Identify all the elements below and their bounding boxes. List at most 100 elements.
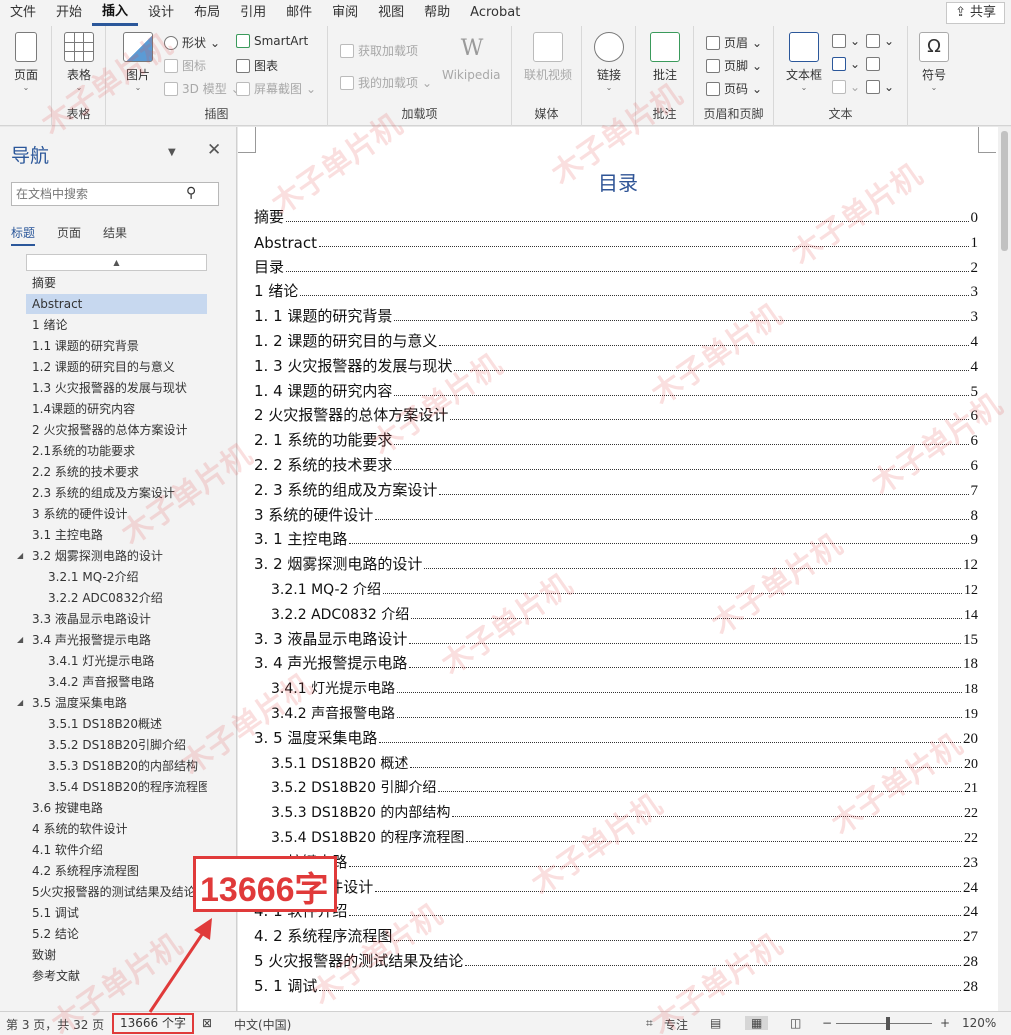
nav-heading-item[interactable]: 3.1 主控电路 — [26, 525, 207, 545]
toc-entry[interactable]: 3. 2 烟雾探测电路的设计 12 — [254, 550, 978, 574]
web-layout-icon[interactable]: ◫ — [790, 1016, 801, 1030]
nav-heading-item[interactable]: 3.3 液晶显示电路设计 — [26, 609, 207, 629]
zoom-slider[interactable] — [836, 1023, 932, 1024]
nav-heading-item[interactable]: 4.2 系统程序流程图 — [26, 861, 207, 881]
search-icon[interactable]: ⚲ — [186, 185, 196, 201]
toc-entry[interactable]: 3.5.1 DS18B20 概述 20 — [271, 749, 978, 773]
print-layout-icon[interactable]: ▦ — [745, 1016, 769, 1030]
word-count[interactable]: 13666 个字 — [112, 1013, 194, 1034]
3d-model-button[interactable]: 3D 模型⌄ — [164, 80, 241, 97]
toc-entry[interactable]: 4 系统的软件设计24 — [254, 873, 978, 897]
nav-heading-item[interactable]: 3.6 按键电路 — [26, 798, 207, 818]
toc-entry[interactable]: 2. 1 系统的功能要求 6 — [254, 426, 978, 450]
nav-heading-item[interactable]: 2.2 系统的技术要求 — [26, 462, 207, 482]
nav-heading-item[interactable]: 摘要 — [26, 273, 207, 293]
menu-item-9[interactable]: 帮助 — [414, 0, 460, 26]
table-button[interactable]: 表格 ⌄ — [57, 32, 101, 92]
drop-cap-button[interactable]: ⌄ — [832, 80, 860, 94]
tab-headings[interactable]: 标题 — [11, 224, 36, 246]
scroll-up-button[interactable]: ▲ — [26, 254, 207, 271]
nav-heading-item[interactable]: 3 系统的硬件设计 — [26, 504, 207, 524]
language[interactable]: 中文(中国) — [234, 1016, 291, 1033]
toc-entry[interactable]: 目录 2 — [254, 253, 978, 277]
toc-entry[interactable]: 3 系统的硬件设计 8 — [254, 501, 978, 525]
nav-heading-item[interactable]: 致谢 — [26, 945, 207, 965]
nav-heading-item[interactable]: Abstract — [26, 294, 207, 314]
nav-heading-item[interactable]: 5.1 调试 — [26, 903, 207, 923]
nav-heading-item[interactable]: 1.1 课题的研究背景 — [26, 336, 207, 356]
document-page[interactable]: 目录 摘要 0 Abstract 1 目录 2 1 绪论 3 1. 1 课题的研究背景 3 1. 2… — [238, 127, 998, 1011]
toc-entry[interactable]: 2. 2 系统的技术要求 6 — [254, 451, 978, 475]
page-info[interactable]: 第 3 页，共 32 页 — [6, 1016, 104, 1033]
focus-icon[interactable]: ⌗ — [646, 1016, 653, 1031]
toc-entry[interactable]: 1. 4 课题的研究内容 5 — [254, 377, 978, 401]
online-video-button[interactable]: 联机视频 — [522, 32, 574, 83]
nav-heading-item[interactable]: 3.5.1 DS18B20概述 — [48, 714, 207, 734]
quick-parts-button[interactable]: ⌄ — [832, 34, 860, 48]
nav-heading-item[interactable]: 4 系统的软件设计 — [26, 819, 207, 839]
tab-pages[interactable]: 页面 — [57, 224, 81, 246]
nav-heading-item[interactable]: 2 火灾报警器的总体方案设计 — [26, 420, 207, 440]
nav-heading-item[interactable]: 1.3 火灾报警器的发展与现状 — [26, 378, 207, 398]
nav-heading-item[interactable]: 1.2 课题的研究目的与意义 — [26, 357, 207, 377]
header-button[interactable]: 页眉 ⌄ — [706, 34, 762, 51]
nav-heading-item[interactable]: 3.2 烟雾探测电路的设计 — [26, 546, 207, 566]
scroll-thumb[interactable] — [1001, 131, 1008, 251]
nav-heading-item[interactable]: 3.4.1 灯光提示电路 — [48, 651, 207, 671]
nav-heading-item[interactable]: 3.5.4 DS18B20的程序流程图 — [48, 777, 207, 797]
menu-item-8[interactable]: 视图 — [368, 0, 414, 26]
menu-item-10[interactable]: Acrobat — [460, 0, 530, 26]
link-button[interactable]: 链接 ⌄ — [587, 32, 631, 92]
toc-entry[interactable]: 2 火灾报警器的总体方案设计 6 — [254, 401, 978, 425]
smartart-button[interactable]: SmartArt — [236, 34, 308, 48]
textbox-button[interactable]: 文本框 ⌄ — [782, 32, 826, 92]
nav-heading-item[interactable]: 3.5.3 DS18B20的内部结构 — [48, 756, 207, 776]
vertical-scrollbar[interactable] — [998, 127, 1011, 1011]
pages-button[interactable]: 页面 ⌄ — [4, 32, 48, 92]
nav-heading-item[interactable]: 3.5 温度采集电路 — [26, 693, 207, 713]
menu-item-5[interactable]: 引用 — [230, 0, 276, 26]
nav-heading-item[interactable]: 3.5.2 DS18B20引脚介绍 — [48, 735, 207, 755]
menu-item-4[interactable]: 布局 — [184, 0, 230, 26]
footer-button[interactable]: 页脚 ⌄ — [706, 57, 762, 74]
toc-entry[interactable]: 3. 3 液晶显示电路设计 15 — [254, 625, 978, 649]
toc-entry[interactable]: 1. 2 课题的研究目的与意义 4 — [254, 327, 978, 351]
menu-item-7[interactable]: 审阅 — [322, 0, 368, 26]
zoom-in-button[interactable]: + — [940, 1016, 950, 1030]
proofing-icon[interactable]: ⊠ — [202, 1016, 212, 1030]
toc-entry[interactable]: 4. 2 系统程序流程图 27 — [254, 922, 978, 946]
toc-entry[interactable]: 1 绪论 3 — [254, 277, 978, 301]
nav-heading-item[interactable]: 1.4课题的研究内容 — [26, 399, 207, 419]
nav-heading-item[interactable]: 4.1 软件介绍 — [26, 840, 207, 860]
toc-entry[interactable]: 3. 1 主控电路 9 — [254, 525, 978, 549]
menu-item-0[interactable]: 文件 — [0, 0, 46, 26]
toc-entry[interactable]: 3. 4 声光报警提示电路 18 — [254, 649, 978, 673]
nav-heading-item[interactable]: 2.3 系统的组成及方案设计 — [26, 483, 207, 503]
nav-options-icon[interactable]: ▼ — [168, 147, 176, 158]
date-time-button[interactable] — [866, 57, 880, 71]
toc-entry[interactable]: 摘要 0 — [254, 203, 978, 227]
comment-button[interactable]: 批注 — [643, 32, 687, 83]
menu-item-2[interactable]: 插入 — [92, 0, 139, 26]
toc-entry[interactable]: 5 火灾报警器的测试结果及结论 28 — [254, 947, 978, 971]
tab-results[interactable]: 结果 — [103, 224, 127, 246]
toc-entry[interactable]: 3.4.2 声音报警电路 19 — [271, 699, 978, 723]
collapse-toggle-icon[interactable]: ◢ — [17, 630, 23, 650]
signature-line-button[interactable]: ⌄ — [866, 34, 894, 48]
icons-button[interactable]: 图标 — [164, 57, 206, 74]
wordart-button[interactable]: ⌄ — [832, 57, 860, 71]
toc-entry[interactable]: 3.4.1 灯光提示电路 18 — [271, 674, 978, 698]
nav-heading-item[interactable]: 3.2.1 MQ-2介绍 — [48, 567, 207, 587]
toc-entry[interactable]: Abstract 1 — [254, 228, 978, 252]
share-button[interactable]: ⇪ 共享 — [946, 2, 1005, 24]
toc-entry[interactable]: 3.5.4 DS18B20 的程序流程图 22 — [271, 823, 978, 847]
read-mode-icon[interactable]: ▤ — [710, 1016, 721, 1030]
shapes-button[interactable]: 形状 ⌄ — [164, 34, 220, 51]
toc-entry[interactable]: 2. 3 系统的组成及方案设计 7 — [254, 476, 978, 500]
page-number-button[interactable]: 页码 ⌄ — [706, 80, 762, 97]
toc-entry[interactable]: 3. 5 温度采集电路 20 — [254, 724, 978, 748]
toc-entry[interactable]: 3.5.2 DS18B20 引脚介绍 21 — [271, 773, 978, 797]
zoom-slider-thumb[interactable] — [886, 1017, 890, 1030]
get-addins-button[interactable]: 获取加载项 — [340, 42, 418, 59]
nav-heading-item[interactable]: 3.4.2 声音报警电路 — [48, 672, 207, 692]
